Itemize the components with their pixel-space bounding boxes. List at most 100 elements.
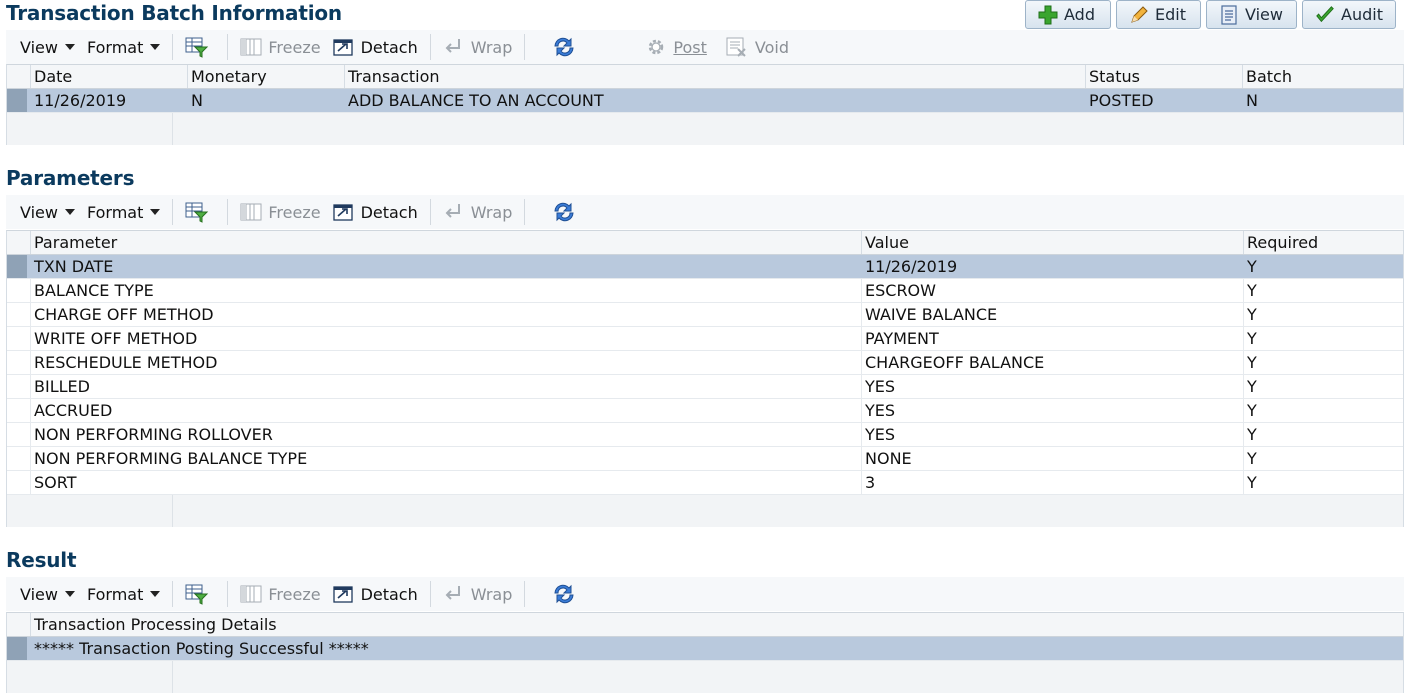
chevron-down-icon (64, 44, 75, 50)
wrap-icon (445, 39, 460, 53)
toolbar-divider (524, 581, 526, 607)
column-header[interactable]: Monetary (188, 65, 345, 88)
batch-toolbar: View Format Freeze Detach Wrap Post Void (6, 30, 1404, 64)
wrap-icon (445, 586, 460, 600)
format-menu-label: Format (86, 202, 144, 222)
query-by-example-button[interactable] (179, 577, 221, 611)
toolbar-divider (172, 199, 174, 225)
row-selector[interactable] (7, 637, 31, 660)
edit-button[interactable]: Edit (1116, 0, 1201, 29)
view-menu[interactable]: View (6, 30, 81, 64)
filter-table-icon (185, 202, 209, 223)
toolbar-divider (429, 199, 431, 225)
row-selector[interactable] (7, 471, 31, 494)
toolbar-divider (524, 34, 526, 60)
detach-button[interactable]: Detach (327, 30, 424, 64)
parameters-toolbar: View Format Freeze Detach Wrap (6, 195, 1404, 229)
row-selector[interactable] (7, 89, 31, 112)
row-selector[interactable] (7, 303, 31, 326)
action-buttons: Add Edit View Audit (1025, 0, 1396, 29)
column-header[interactable]: Batch (1243, 65, 1402, 88)
format-menu-label: Format (86, 584, 144, 604)
table-cell: Y (1247, 377, 1257, 396)
table-row[interactable]: TXN DATE 11/26/2019 Y (7, 255, 1403, 279)
freeze-button[interactable]: Freeze (234, 195, 326, 229)
table-row[interactable]: BILLED YES Y (7, 375, 1403, 399)
add-button[interactable]: Add (1025, 0, 1111, 29)
table-row[interactable]: NON PERFORMING BALANCE TYPE NONE Y (7, 447, 1403, 471)
row-selector[interactable] (7, 327, 31, 350)
row-selector[interactable] (7, 399, 31, 422)
column-header[interactable]: Required (1244, 231, 1403, 254)
edit-button-label: Edit (1155, 5, 1186, 24)
table-row[interactable]: 11/26/2019 N ADD BALANCE TO AN ACCOUNT P… (7, 89, 1403, 113)
table-cell: Y (1247, 329, 1257, 348)
row-selector[interactable] (7, 447, 31, 470)
batch-table: Date Monetary Transaction Status Batch 1… (6, 64, 1404, 145)
wrap-button[interactable]: Wrap (437, 195, 519, 229)
table-row[interactable]: BALANCE TYPE ESCROW Y (7, 279, 1403, 303)
format-menu[interactable]: Format (81, 577, 166, 611)
row-header-corner (7, 231, 31, 254)
view-menu[interactable]: View (6, 195, 81, 229)
format-menu-label: Format (86, 37, 144, 57)
document-icon (1221, 4, 1237, 25)
row-selector[interactable] (7, 351, 31, 374)
table-row[interactable]: ACCRUED YES Y (7, 399, 1403, 423)
table-row[interactable]: ***** Transaction Posting Successful ***… (7, 637, 1403, 661)
format-menu[interactable]: Format (81, 195, 166, 229)
detach-label: Detach (360, 202, 418, 222)
view-menu-label: View (20, 584, 58, 604)
column-header[interactable]: Transaction (345, 65, 1086, 88)
audit-button-label: Audit (1341, 5, 1383, 24)
freeze-button[interactable]: Freeze (234, 30, 326, 64)
format-menu[interactable]: Format (81, 30, 166, 64)
table-cell: 11/26/2019 (862, 255, 1244, 278)
toolbar-divider (524, 199, 526, 225)
wrap-button[interactable]: Wrap (437, 30, 519, 64)
freeze-columns-icon (240, 203, 262, 221)
refresh-icon (554, 202, 574, 222)
view-button[interactable]: View (1206, 0, 1297, 29)
view-menu[interactable]: View (6, 577, 81, 611)
column-header[interactable]: Transaction Processing Details (31, 613, 1403, 636)
column-header[interactable]: Value (862, 231, 1244, 254)
wrap-button[interactable]: Wrap (437, 577, 519, 611)
row-selector[interactable] (7, 423, 31, 446)
table-row[interactable]: WRITE OFF METHOD PAYMENT Y (7, 327, 1403, 351)
refresh-button[interactable] (531, 30, 597, 64)
query-by-example-button[interactable] (179, 30, 221, 64)
table-cell: Y (1247, 353, 1257, 372)
row-header-corner (7, 65, 31, 88)
table-cell: YES (862, 375, 1244, 398)
audit-button[interactable]: Audit (1302, 0, 1396, 29)
table-cell: PAYMENT (862, 327, 1244, 350)
table-row[interactable]: SORT 3 Y (7, 471, 1403, 495)
table-cell: WAIVE BALANCE (862, 303, 1244, 326)
detach-icon (332, 39, 353, 56)
detach-button[interactable]: Detach (327, 195, 424, 229)
toolbar-divider (172, 581, 174, 607)
table-cell: CHARGEOFF BALANCE (862, 351, 1244, 374)
void-button[interactable]: Void (713, 30, 795, 64)
table-row[interactable]: NON PERFORMING ROLLOVER YES Y (7, 423, 1403, 447)
row-selector[interactable] (7, 255, 31, 278)
query-by-example-button[interactable] (179, 195, 221, 229)
wrap-label: Wrap (470, 37, 513, 57)
column-header[interactable]: Status (1086, 65, 1243, 88)
checkmark-icon (1316, 5, 1334, 22)
freeze-button[interactable]: Freeze (234, 577, 326, 611)
toolbar-divider (227, 581, 229, 607)
refresh-button[interactable] (531, 195, 597, 229)
column-header[interactable]: Date (31, 65, 188, 88)
table-cell: ACCRUED (31, 399, 862, 422)
detach-button[interactable]: Detach (327, 577, 424, 611)
table-cell: YES (862, 423, 1244, 446)
table-row[interactable]: CHARGE OFF METHOD WAIVE BALANCE Y (7, 303, 1403, 327)
column-header[interactable]: Parameter (31, 231, 862, 254)
row-selector[interactable] (7, 279, 31, 302)
post-button[interactable]: Post (597, 30, 712, 64)
refresh-button[interactable] (531, 577, 597, 611)
row-selector[interactable] (7, 375, 31, 398)
table-row[interactable]: RESCHEDULE METHOD CHARGEOFF BALANCE Y (7, 351, 1403, 375)
